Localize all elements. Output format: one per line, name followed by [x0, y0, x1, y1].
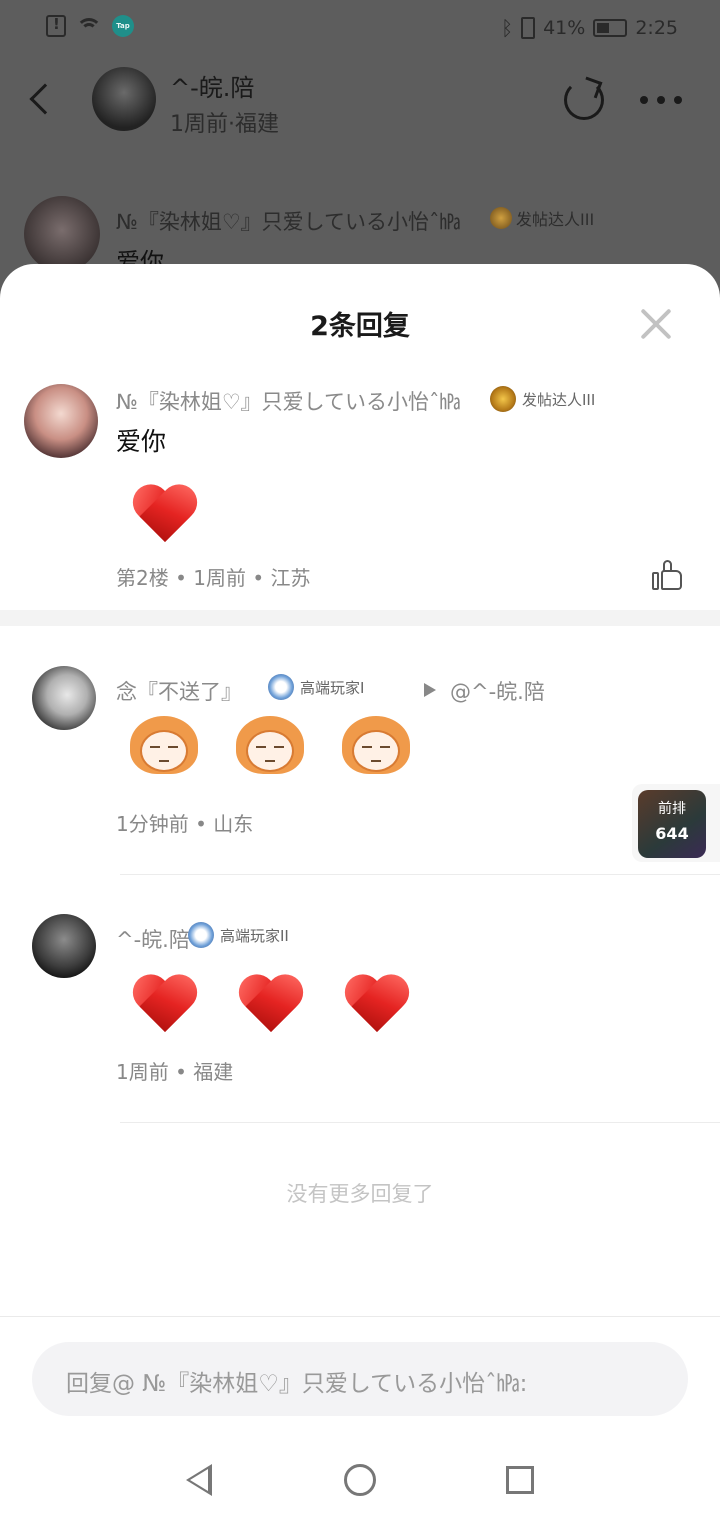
badge-icon — [490, 386, 516, 412]
badge-icon — [490, 207, 512, 229]
front-row-label: 前排 — [658, 801, 686, 817]
front-row-widget[interactable]: 前排 644 — [632, 784, 720, 862]
comment-meta: 第2楼 • 1周前 • 江苏 — [116, 566, 311, 590]
reply-meta: 1分钟前 • 山东 — [116, 812, 254, 836]
commenter-name[interactable]: №『染林姐♡』只爱している小怡ˆ㍱ — [116, 386, 461, 416]
section-separator — [0, 610, 720, 626]
author-meta: 1周前·福建 — [170, 112, 279, 137]
sticker-face — [232, 716, 308, 778]
status-left-icons: Tap — [46, 15, 134, 37]
commenter-name: №『染林姐♡』只爱している小怡ˆ㍱ — [116, 210, 461, 234]
wifi-icon — [76, 16, 102, 36]
taptap-icon: Tap — [112, 15, 134, 37]
user-badge: 发帖达人III — [490, 386, 595, 412]
status-bar: Tap ᛒ 41% 2:25 — [0, 0, 720, 58]
no-more-replies-text: 没有更多回复了 — [286, 1182, 434, 1206]
sheet-title: 2条回复 — [310, 311, 410, 342]
badge-label: 高端玩家II — [220, 926, 289, 945]
vibrate-icon — [521, 17, 536, 39]
comment-text: 爱你 — [116, 427, 167, 456]
bluetooth-icon: ᛒ — [501, 16, 514, 40]
clock-time: 2:25 — [635, 17, 678, 39]
badge-label: 发帖达人III — [516, 210, 595, 229]
reply-to-name[interactable]: @^-皖.陪 — [450, 676, 545, 706]
system-nav-bar — [0, 1432, 720, 1520]
divider — [120, 874, 720, 875]
close-icon[interactable] — [638, 306, 674, 342]
front-row-thumbnail[interactable]: 前排 644 — [638, 790, 706, 858]
heart-sticker — [236, 976, 306, 1036]
nav-back-icon[interactable] — [186, 1464, 212, 1496]
front-row-count: 644 — [655, 824, 689, 843]
battery-percent: 41% — [543, 17, 586, 39]
author-avatar[interactable] — [92, 67, 156, 131]
alert-icon — [46, 15, 66, 37]
badge-label: 高端玩家I — [300, 678, 365, 697]
sticker-face — [338, 716, 414, 778]
nav-recents-icon[interactable] — [506, 1466, 534, 1494]
back-icon[interactable] — [29, 83, 61, 115]
user-badge: 发帖达人III — [490, 206, 594, 230]
reply-input[interactable]: 回复@ №『染林姐♡』只爱している小怡ˆ㍱: — [32, 1342, 688, 1416]
status-right-icons: ᛒ 41% 2:25 — [501, 16, 678, 40]
divider — [120, 1122, 720, 1123]
replies-sheet: 2条回复 №『染林姐♡』只爱している小怡ˆ㍱ 发帖达人III 爱你 第2楼 • … — [0, 264, 720, 1520]
reply-input-placeholder: 回复@ №『染林姐♡』只爱している小怡ˆ㍱: — [66, 1371, 528, 1397]
avatar[interactable] — [24, 384, 98, 458]
badge-icon — [268, 674, 294, 700]
badge-icon — [188, 922, 214, 948]
reply-meta: 1周前 • 福建 — [116, 1060, 234, 1084]
author-name[interactable]: ^-皖.陪 — [170, 68, 254, 103]
replier-name[interactable]: ^-皖.陪 — [116, 924, 190, 954]
input-separator — [0, 1316, 720, 1317]
user-badge: 高端玩家II — [188, 922, 289, 948]
post-header: ^-皖.陪 1周前·福建 — [0, 62, 720, 142]
background-post-page: Tap ᛒ 41% 2:25 ^-皖.陪 1周前·福建 №『染林姐♡』只爱してい… — [0, 0, 720, 300]
badge-label: 发帖达人III — [522, 390, 596, 409]
like-icon[interactable] — [652, 560, 682, 590]
reply-to-arrow-icon — [424, 683, 436, 697]
heart-sticker — [342, 976, 412, 1036]
nav-home-icon[interactable] — [344, 1464, 376, 1496]
avatar — [24, 196, 100, 272]
heart-sticker — [130, 976, 200, 1036]
sticker-face — [126, 716, 202, 778]
battery-icon — [593, 19, 628, 37]
heart-sticker — [130, 486, 200, 546]
share-icon[interactable] — [564, 80, 604, 120]
avatar[interactable] — [32, 914, 96, 978]
avatar[interactable] — [32, 666, 96, 730]
replier-name[interactable]: 念『不送了』 — [116, 676, 242, 706]
more-options-icon[interactable] — [640, 96, 682, 104]
user-badge: 高端玩家I — [268, 674, 364, 700]
